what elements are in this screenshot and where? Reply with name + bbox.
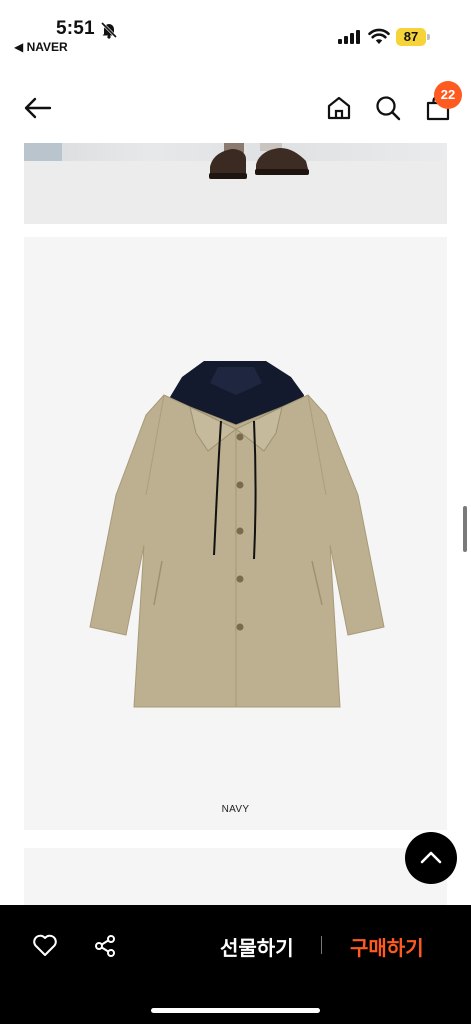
bell-slash-icon xyxy=(100,21,118,39)
status-bar: 5:51 ◀ NAVER 87 xyxy=(0,0,471,60)
cart-count-badge: 22 xyxy=(434,81,462,109)
battery-icon: 87 xyxy=(396,28,430,46)
home-indicator[interactable] xyxy=(151,1008,320,1013)
product-photo-next xyxy=(24,848,447,908)
home-icon[interactable] xyxy=(326,95,352,121)
buy-button[interactable]: 구매하기 xyxy=(350,932,424,961)
color-variant-label: NAVY xyxy=(221,804,250,815)
back-to-naver-link[interactable]: ◀ NAVER xyxy=(14,40,68,54)
status-time: 5:51 xyxy=(56,18,95,39)
search-icon[interactable] xyxy=(375,95,401,121)
divider xyxy=(321,936,322,954)
bottom-action-bar: 선물하기 구매하기 xyxy=(0,905,471,1024)
battery-level: 87 xyxy=(403,29,419,44)
coat-image xyxy=(89,361,385,708)
scrollbar[interactable] xyxy=(463,506,467,552)
product-photo-flat: NAVY xyxy=(24,237,447,830)
wifi-icon xyxy=(368,28,390,44)
top-nav xyxy=(0,80,471,140)
share-icon[interactable] xyxy=(93,934,117,958)
product-photo-model xyxy=(24,143,447,224)
chevron-up-icon xyxy=(420,851,442,864)
scroll-to-top-button[interactable] xyxy=(405,832,457,884)
shoes-image xyxy=(209,143,309,179)
signal-icon xyxy=(338,30,360,44)
back-arrow-icon[interactable] xyxy=(22,96,52,120)
gift-button[interactable]: 선물하기 xyxy=(220,932,294,961)
heart-icon[interactable] xyxy=(32,933,58,957)
